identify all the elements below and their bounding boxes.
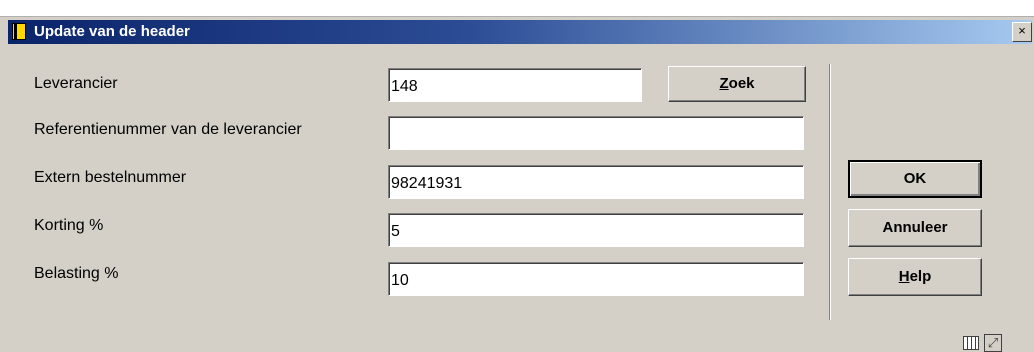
close-button[interactable]: × — [1012, 22, 1032, 42]
korting-input[interactable]: 5 — [388, 213, 804, 247]
close-icon: × — [1018, 23, 1026, 38]
leverancier-input[interactable]: 148 — [388, 68, 642, 102]
extern-label: Extern bestelnummer — [34, 169, 187, 186]
zoek-mnemonic: Z — [719, 75, 729, 92]
korting-label: Korting % — [34, 217, 104, 234]
help-label: elp — [909, 268, 932, 285]
zoek-button[interactable]: Zoek — [668, 66, 806, 102]
leverancier-label: Leverancier — [34, 75, 118, 92]
window-title: Update van de header — [34, 23, 190, 40]
zoek-label: oek — [728, 75, 755, 92]
book-icon — [12, 23, 26, 40]
title-bar: Update van de header × — [8, 20, 1032, 44]
vertical-divider — [829, 64, 831, 320]
help-mnemonic: H — [898, 268, 910, 285]
annuleer-button[interactable]: Annuleer — [848, 209, 982, 247]
expand-icon[interactable]: ⤢ — [984, 334, 1002, 352]
top-strip — [0, 0, 1034, 17]
ok-button[interactable]: OK — [848, 160, 982, 198]
belasting-input[interactable]: 10 — [388, 262, 804, 296]
help-button[interactable]: Help — [848, 258, 982, 296]
belasting-label: Belasting % — [34, 265, 119, 282]
referentie-input[interactable] — [388, 116, 804, 150]
extern-input[interactable]: 98241931 — [388, 165, 804, 199]
grid-icon[interactable] — [963, 336, 979, 350]
referentie-label: Referentienummer van de leverancier — [34, 121, 302, 138]
